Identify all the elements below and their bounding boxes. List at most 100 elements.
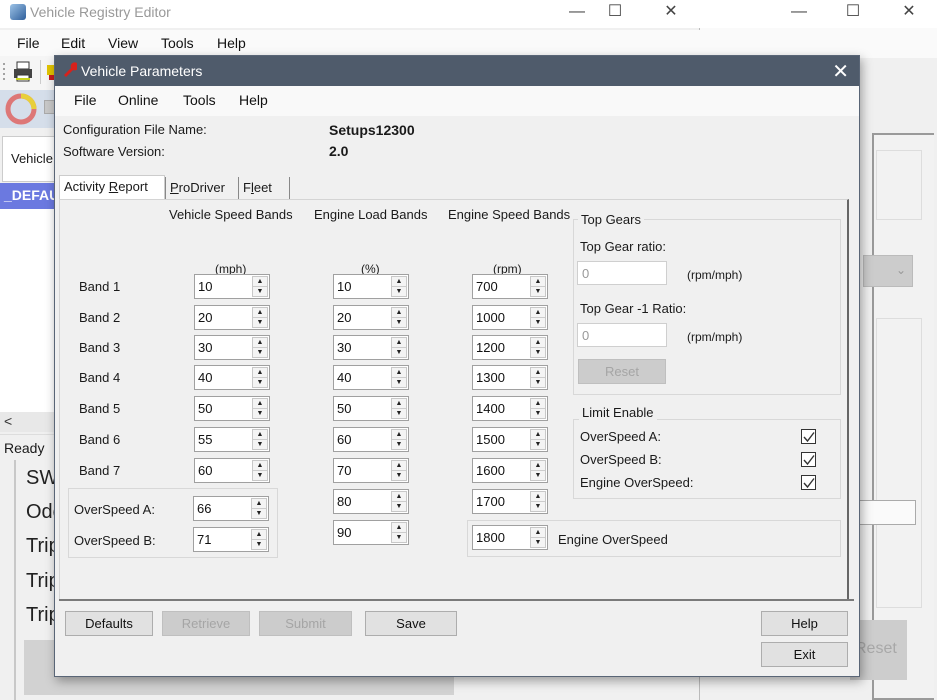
engine-load-band-spinner-input[interactable]: [335, 276, 389, 297]
minimize-button[interactable]: —: [776, 2, 822, 26]
spin-up-icon[interactable]: ▲: [531, 430, 545, 440]
spin-down-icon[interactable]: ▼: [392, 502, 406, 512]
spin-up-icon[interactable]: ▲: [253, 308, 267, 318]
spin-down-icon[interactable]: ▼: [531, 471, 545, 481]
tab-fleet[interactable]: Fleet: [238, 177, 290, 199]
engine-load-band-spinner[interactable]: ▲▼: [333, 365, 409, 390]
spin-up-icon[interactable]: ▲: [253, 277, 267, 287]
spin-down-icon[interactable]: ▼: [531, 440, 545, 450]
spin-down-icon[interactable]: ▼: [531, 502, 545, 512]
vehicle-tree[interactable]: [0, 209, 60, 412]
vehicle-speed-band-spinner-input[interactable]: [196, 460, 250, 481]
engine-speed-band-spinner-input[interactable]: [474, 337, 528, 358]
limit-enable-checkbox[interactable]: [801, 452, 816, 467]
close-button[interactable]: ✕: [648, 2, 694, 26]
close-button[interactable]: ✕: [886, 2, 932, 26]
spin-down-icon[interactable]: ▼: [252, 540, 266, 550]
menu-help[interactable]: Help: [239, 92, 268, 108]
engine-load-band-spinner-input[interactable]: [335, 460, 389, 481]
spin-up-icon[interactable]: ▲: [392, 461, 406, 471]
spin-up-icon[interactable]: ▲: [392, 430, 406, 440]
engine-speed-band-spinner[interactable]: ▲▼: [472, 458, 548, 483]
spin-down-icon[interactable]: ▼: [253, 378, 267, 388]
spin-down-icon[interactable]: ▼: [392, 318, 406, 328]
tab-prodriver[interactable]: ProDriver: [165, 177, 239, 199]
engine-speed-band-spinner-input[interactable]: [474, 429, 528, 450]
top-gear-minus1-ratio-field[interactable]: [577, 323, 667, 347]
reset-button[interactable]: Reset: [578, 359, 666, 384]
spin-up-icon[interactable]: ▲: [392, 338, 406, 348]
engine-load-band-spinner-input[interactable]: [335, 307, 389, 328]
spin-up-icon[interactable]: ▲: [531, 308, 545, 318]
vehicle-speed-band-spinner-input[interactable]: [196, 337, 250, 358]
menu-file[interactable]: File: [74, 92, 97, 108]
engine-load-band-spinner-input[interactable]: [335, 522, 389, 543]
overspeed-b-spinner[interactable]: ▲▼: [193, 527, 269, 552]
save-button[interactable]: Save: [365, 611, 457, 636]
spin-up-icon[interactable]: ▲: [531, 461, 545, 471]
spin-down-icon[interactable]: ▼: [531, 538, 545, 548]
engine-load-band-spinner[interactable]: ▲▼: [333, 396, 409, 421]
vehicle-speed-band-spinner-input[interactable]: [196, 307, 250, 328]
engine-speed-band-spinner-input[interactable]: [474, 491, 528, 512]
engine-load-band-spinner[interactable]: ▲▼: [333, 458, 409, 483]
engine-speed-band-spinner[interactable]: ▲▼: [472, 427, 548, 452]
engine-load-band-spinner[interactable]: ▲▼: [333, 489, 409, 514]
engine-speed-band-spinner[interactable]: ▲▼: [472, 335, 548, 360]
maximize-button[interactable]: ☐: [830, 2, 876, 26]
overspeed-a-input[interactable]: [195, 498, 249, 519]
spin-down-icon[interactable]: ▼: [392, 348, 406, 358]
spin-up-icon[interactable]: ▲: [253, 399, 267, 409]
spin-down-icon[interactable]: ▼: [253, 471, 267, 481]
menu-help[interactable]: Help: [217, 35, 246, 51]
engine-speed-band-spinner[interactable]: ▲▼: [472, 396, 548, 421]
vehicle-speed-band-spinner[interactable]: ▲▼: [194, 274, 270, 299]
spin-down-icon[interactable]: ▼: [253, 348, 267, 358]
spin-down-icon[interactable]: ▼: [253, 440, 267, 450]
overspeed-b-input[interactable]: [195, 529, 249, 550]
spin-down-icon[interactable]: ▼: [253, 287, 267, 297]
spin-up-icon[interactable]: ▲: [253, 461, 267, 471]
engine-load-band-spinner-input[interactable]: [335, 398, 389, 419]
spin-up-icon[interactable]: ▲: [531, 492, 545, 502]
help-button[interactable]: Help: [761, 611, 848, 636]
spin-up-icon[interactable]: ▲: [392, 277, 406, 287]
engine-speed-band-spinner[interactable]: ▲▼: [472, 305, 548, 330]
spin-up-icon[interactable]: ▲: [252, 499, 266, 509]
menu-tools[interactable]: Tools: [161, 35, 194, 51]
vehicle-speed-band-spinner[interactable]: ▲▼: [194, 427, 270, 452]
spin-down-icon[interactable]: ▼: [253, 318, 267, 328]
spin-up-icon[interactable]: ▲: [392, 399, 406, 409]
overspeed-a-spinner[interactable]: ▲▼: [193, 496, 269, 521]
spin-up-icon[interactable]: ▲: [253, 368, 267, 378]
printer-icon[interactable]: [12, 61, 34, 83]
spin-up-icon[interactable]: ▲: [392, 368, 406, 378]
engine-overspeed-input[interactable]: [474, 527, 528, 548]
horizontal-scrollbar[interactable]: <: [0, 412, 60, 432]
top-gear-ratio-field[interactable]: [577, 261, 667, 285]
spin-down-icon[interactable]: ▼: [392, 471, 406, 481]
spin-up-icon[interactable]: ▲: [531, 368, 545, 378]
engine-speed-band-spinner-input[interactable]: [474, 307, 528, 328]
close-icon[interactable]: ✕: [832, 59, 849, 84]
spin-up-icon[interactable]: ▲: [392, 492, 406, 502]
engine-speed-band-spinner[interactable]: ▲▼: [472, 489, 548, 514]
engine-load-band-spinner-input[interactable]: [335, 491, 389, 512]
spin-down-icon[interactable]: ▼: [531, 409, 545, 419]
menu-tools[interactable]: Tools: [183, 92, 216, 108]
dropdown[interactable]: ⌄: [863, 255, 913, 287]
submit-button[interactable]: Submit: [259, 611, 352, 636]
engine-overspeed-spinner[interactable]: ▲▼: [472, 525, 548, 550]
spin-up-icon[interactable]: ▲: [531, 528, 545, 538]
top-gear-minus1-ratio-input[interactable]: [578, 324, 666, 346]
engine-speed-band-spinner-input[interactable]: [474, 367, 528, 388]
engine-speed-band-spinner[interactable]: ▲▼: [472, 274, 548, 299]
engine-load-band-spinner[interactable]: ▲▼: [333, 305, 409, 330]
spin-up-icon[interactable]: ▲: [531, 399, 545, 409]
limit-enable-checkbox[interactable]: [801, 429, 816, 444]
vehicle-speed-band-spinner-input[interactable]: [196, 398, 250, 419]
vehicle-speed-band-spinner[interactable]: ▲▼: [194, 305, 270, 330]
engine-speed-band-spinner-input[interactable]: [474, 398, 528, 419]
tab-activity-report[interactable]: Activity Report: [59, 175, 165, 199]
spin-down-icon[interactable]: ▼: [531, 348, 545, 358]
